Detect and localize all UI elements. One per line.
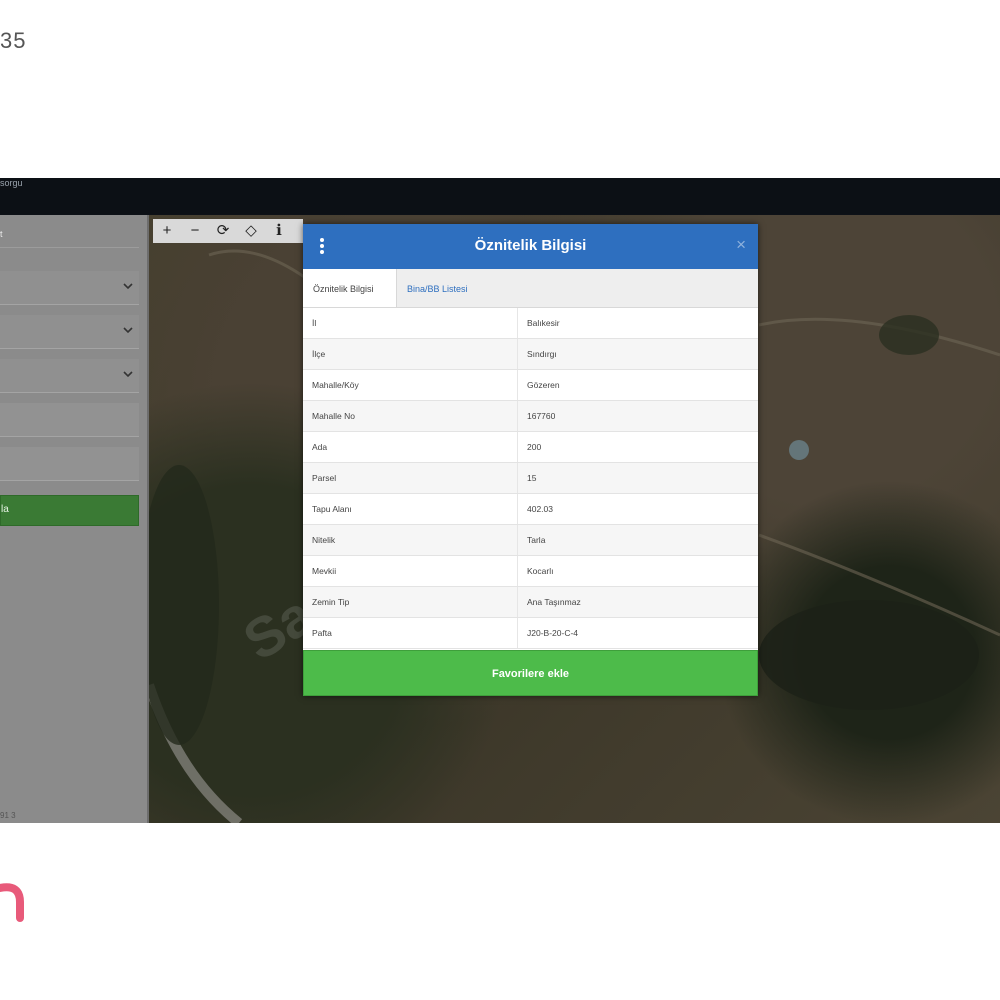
table-row: Mahalle No 167760 [303,400,758,432]
close-icon[interactable]: × [736,235,746,255]
add-to-favorites-button[interactable]: Favorilere ekle [303,650,758,696]
sidebar: t la 91 3 [0,215,149,823]
table-row: İlçe Sındırgı [303,338,758,370]
parcel-input[interactable] [0,447,139,481]
attr-label: Zemin Tip [303,586,518,618]
tab-attribute-info[interactable]: Öznitelik Bilgisi [303,269,397,307]
attr-value: Sındırgı [517,338,758,370]
attribute-table: İl Balıkesir İlçe Sındırgı Mahalle/Köy Göze… [303,308,758,649]
dialog-tabs: Öznitelik Bilgisi Bina/BB Listesi [303,269,758,308]
map-toolbar: + − ⟳ ◇ ℹ [153,219,303,243]
attribute-info-dialog: Öznitelik Bilgisi × Öznitelik Bilgisi Bi… [303,224,758,696]
attr-value: 402.03 [517,493,758,525]
table-row: Mahalle/Köy Gözeren [303,369,758,401]
attr-value: J20-B-20-C-4 [517,617,758,649]
sidebar-footer: 91 3 [0,811,16,820]
attr-value: 15 [517,462,758,494]
table-row: Pafta J20-B-20-C-4 [303,617,758,649]
attr-value: Tarla [517,524,758,556]
attr-value: 167760 [517,400,758,432]
table-row: İl Balıkesir [303,308,758,339]
attr-label: Pafta [303,617,518,649]
dialog-title: Öznitelik Bilgisi [474,237,587,254]
table-row: Tapu Alanı 402.03 [303,493,758,525]
query-button[interactable]: la [0,495,139,526]
info-button[interactable]: ℹ [265,219,293,243]
table-row: Ada 200 [303,431,758,463]
province-select[interactable] [0,271,139,305]
table-row: Zemin Tip Ana Taşınmaz [303,586,758,618]
neighborhood-select[interactable] [0,359,139,393]
district-select[interactable] [0,315,139,349]
block-input[interactable] [0,403,139,437]
zoom-in-button[interactable]: + [153,219,181,243]
attr-label: Tapu Alanı [303,493,518,525]
chevron-down-icon [123,371,133,378]
tab-building-list[interactable]: Bina/BB Listesi [397,269,478,307]
top-bar: sorgu [0,178,1000,214]
attr-value: Ana Taşınmaz [517,586,758,618]
refresh-button[interactable]: ⟳ [209,219,237,243]
brand-logo-fragment [0,883,24,922]
chevron-down-icon [123,327,133,334]
locate-button[interactable]: ◇ [237,219,265,243]
attr-value: Balıkesir [517,308,758,339]
attr-label: Ada [303,431,518,463]
attr-label: Mahalle No [303,400,518,432]
attr-label: Mevkii [303,555,518,587]
chevron-down-icon [123,283,133,290]
attr-value: Kocarlı [517,555,758,587]
dialog-header: Öznitelik Bilgisi × [303,224,758,269]
table-row: Parsel 15 [303,462,758,494]
attr-label: İl [303,308,518,339]
attr-label: Mahalle/Köy [303,369,518,401]
attr-value: 200 [517,431,758,463]
app-title: sorgu [0,178,23,188]
attr-label: Parsel [303,462,518,494]
sidebar-label: t [0,229,3,239]
table-row: Mevkii Kocarlı [303,555,758,587]
attr-label: İlçe [303,338,518,370]
sidebar-header: t [0,215,139,248]
page-number: 35 [0,28,27,53]
zoom-out-button[interactable]: − [181,219,209,243]
attr-value: Gözeren [517,369,758,401]
table-row: Nitelik Tarla [303,524,758,556]
attr-label: Nitelik [303,524,518,556]
